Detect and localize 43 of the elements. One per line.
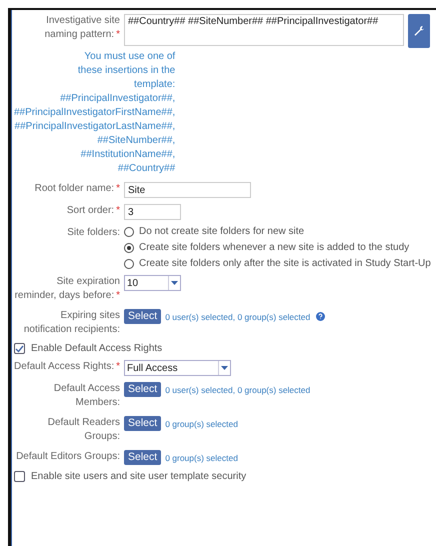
field-label: Expiring sites notification recipients: [22,309,120,337]
root-folder-field[interactable]: Site [124,182,251,198]
required-mark: * [116,29,120,40]
select-button[interactable]: Select [124,382,162,397]
checkbox-label[interactable]: Enable site users and site user template security [31,471,246,482]
expiration-dropdown[interactable]: 10 [124,275,181,291]
sort-order-field[interactable]: 3 [124,204,181,220]
selection-summary: 0 user(s) selected, 0 group(s) selected [165,384,310,394]
field-label: Site folders: [66,226,120,240]
checkbox[interactable] [14,343,25,354]
required-mark: * [116,290,120,301]
radio-label[interactable]: Create site folders only after the site is activated in Study Start-Up [139,258,431,269]
field-label: Default Editors Groups: [15,450,120,464]
selection-summary: 0 group(s) selected [165,452,238,462]
radio-label[interactable]: Create site folders whenever a new site is added to the study [139,242,410,253]
caret-icon [218,361,230,375]
field-label: Investigative site naming pattern: * [44,14,120,42]
field-label: Root folder name: * [34,182,120,196]
radio-button[interactable] [124,258,134,268]
selection-summary: 0 group(s) selected [165,418,238,428]
help-icon[interactable] [316,312,326,321]
access-rights-dropdown[interactable]: Full Access [124,360,231,376]
field-label: Default Readers Groups: [46,416,120,444]
select-button[interactable]: Select [124,309,162,324]
hint-text: You must use one of these insertions in the template: ##PrincipalInvestigator##, ##PrincipalInvestigatorFirstName##, ##PrincipalInvestigatorLastName##, ##SiteNumber##, ##InstitutionName##, ##Country## [14,50,176,176]
checkbox-label[interactable]: Enable Default Access Rights [31,343,162,354]
selection-summary: 0 user(s) selected, 0 group(s) selected [165,312,310,322]
checkbox[interactable] [14,471,25,482]
select-button[interactable]: Select [124,450,162,465]
required-mark: * [116,361,120,372]
field-label: Default Access Rights: * [14,360,120,374]
radio-label[interactable]: Do not create site folders for new site [139,226,304,237]
radio-button[interactable] [124,226,134,236]
caret-icon [168,276,180,290]
field-label: Sort order: * [66,204,120,218]
required-mark: * [116,205,120,216]
wrench-icon[interactable] [408,14,430,48]
field-label: Site expiration reminder, days before: * [14,275,120,303]
radio-button[interactable] [124,242,134,252]
select-button[interactable]: Select [124,416,162,431]
required-mark: * [116,183,120,194]
naming-pattern-field[interactable]: ##Country## ##SiteNumber## ##PrincipalInvestigator## [124,14,404,46]
field-label: Default Access Members: [52,382,120,410]
